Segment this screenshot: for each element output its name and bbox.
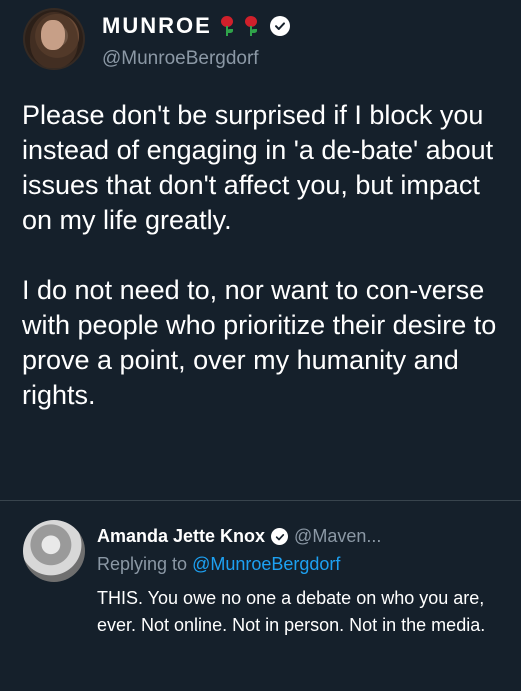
author-handle[interactable]: @MunroeBergdorf <box>102 48 259 70</box>
verified-badge-icon <box>269 16 290 36</box>
reply-header: Amanda Jette Knox @Maven... <box>97 526 381 547</box>
reply-text: THIS. You owe no one a debate on who you… <box>97 588 486 635</box>
replying-prefix: Replying to <box>97 554 193 574</box>
rose-icon <box>242 15 260 37</box>
reply-display-name[interactable]: Amanda Jette Knox <box>97 526 265 547</box>
reply-avatar[interactable] <box>23 520 85 582</box>
tweet-paragraph: I do not need to, nor want to con-verse … <box>22 275 497 410</box>
reply-handle[interactable]: @Maven... <box>294 526 381 547</box>
verified-badge-icon <box>271 528 289 545</box>
main-tweet: MUNROE @MunroeBergdorf Please don't be s… <box>0 0 521 500</box>
replying-to-line: Replying to @MunroeBergdorf <box>97 554 340 575</box>
avatar-face <box>41 20 65 50</box>
replying-to-mention-link[interactable]: @MunroeBergdorf <box>192 554 340 574</box>
tweet-text: Please don't be surprised if I block you… <box>22 98 502 413</box>
reply-tweet[interactable]: Amanda Jette Knox @Maven... Replying to … <box>0 501 521 691</box>
avatar[interactable] <box>23 8 85 70</box>
author-display-name[interactable]: MUNROE <box>102 14 212 38</box>
tweet-paragraph: Please don't be surprised if I block you… <box>22 100 494 235</box>
author-name-row: MUNROE <box>102 14 290 38</box>
rose-icon <box>218 15 236 37</box>
